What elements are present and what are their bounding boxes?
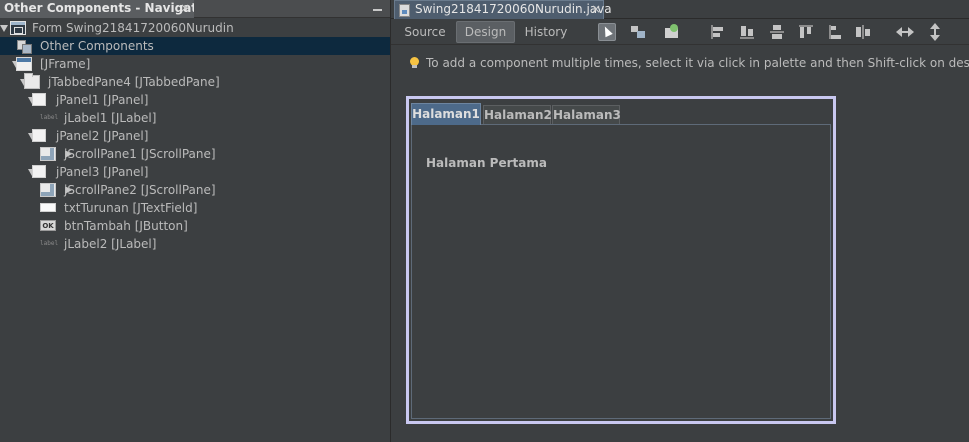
tree-node[interactable]: Other Components [0, 37, 390, 55]
tree-node-label: btnTambah [JButton] [64, 219, 188, 233]
file-tab-close-icon[interactable]: × [591, 1, 601, 18]
tree-node-label: jScrollPane2 [JScrollPane] [64, 183, 216, 197]
tree-node-label: jScrollPane1 [JScrollPane] [64, 147, 216, 161]
design-canvas[interactable]: Halaman1 Halaman2 Halaman3 Halaman Perta… [406, 96, 836, 424]
tree-node-label: Form Swing21841720060Nurudin [32, 21, 234, 35]
tabbed-pane-header: Halaman1 Halaman2 Halaman3 [411, 103, 831, 125]
scroll-pane-icon [40, 183, 56, 197]
align-right-icon[interactable] [738, 23, 756, 41]
tabbed-pane-content[interactable]: Halaman Pertama [411, 125, 831, 419]
tree-node[interactable]: jScrollPane2 [JScrollPane] [0, 181, 380, 199]
lightbulb-icon [410, 57, 419, 69]
tree-node-label: jPanel3 [JPanel] [56, 165, 149, 179]
editor-toolbar: Source Design History [391, 19, 969, 45]
navigator-header: Other Components - Navigat... × [0, 0, 390, 18]
other-components-icon [16, 39, 32, 54]
resize-vertical-icon[interactable] [926, 23, 944, 41]
history-view-button[interactable]: History [520, 21, 572, 43]
scroll-pane-icon [40, 147, 56, 161]
center-vertically-icon[interactable] [854, 23, 872, 41]
design-view-button[interactable]: Design [456, 21, 515, 43]
tree-node[interactable]: label jLabel2 [JLabel] [0, 235, 380, 253]
tree-node-label: Other Components [40, 39, 154, 53]
design-hint-text: To add a component multiple times, selec… [426, 56, 969, 70]
file-tab[interactable]: Swing21841720060Nurudin.java × [394, 0, 612, 19]
navigator-tab-title: Other Components - Navigat... [4, 1, 194, 15]
align-left-icon[interactable] [709, 23, 727, 41]
navigator-panel: Other Components - Navigat... × Form Swi… [0, 0, 390, 442]
text-field-icon [40, 203, 56, 212]
jframe-icon [16, 57, 32, 71]
tree-node-label: jPanel2 [JPanel] [56, 129, 149, 143]
java-form-file-icon [399, 4, 410, 17]
tree-node-label: jTabbedPane4 [JTabbedPane] [48, 75, 220, 89]
label-icon: label [40, 114, 59, 121]
file-tab-label: Swing21841720060Nurudin.java [415, 2, 612, 16]
navigator-close-icon[interactable]: × [178, 0, 192, 18]
tab-halaman3[interactable]: Halaman3 [552, 105, 621, 124]
tabbed-pane-icon [24, 73, 40, 89]
tree-node[interactable]: jPanel3 [JPanel] [0, 163, 380, 181]
editor-panel: Swing21841720060Nurudin.java × Source De… [391, 0, 969, 442]
connection-mode-icon[interactable] [629, 23, 647, 41]
panel-icon [32, 165, 46, 178]
tree-node-label: jPanel1 [JPanel] [56, 93, 149, 107]
tree-node[interactable]: jTabbedPane4 [JTabbedPane] [0, 73, 380, 91]
source-view-button[interactable]: Source [399, 21, 451, 43]
tree-node-label: [JFrame] [40, 57, 91, 71]
tree-node-label: jLabel2 [JLabel] [64, 237, 157, 251]
tree-node[interactable]: jPanel2 [JPanel] [0, 127, 380, 145]
tab-halaman1[interactable]: Halaman1 [411, 103, 481, 125]
page-label[interactable]: Halaman Pertama [426, 156, 547, 170]
tree-node[interactable]: [JFrame] [0, 55, 380, 73]
align-top-icon[interactable] [797, 23, 815, 41]
tree-node[interactable]: Form Swing21841720060Nurudin [0, 19, 380, 37]
form-icon [10, 21, 26, 35]
expand-arrow-icon[interactable] [0, 19, 10, 37]
tree-node[interactable]: jPanel1 [JPanel] [0, 91, 380, 109]
panel-icon [32, 93, 46, 106]
tree-node-label: txtTurunan [JTextField] [64, 201, 198, 215]
design-hint-bar: To add a component multiple times, selec… [391, 53, 969, 73]
tree-node[interactable]: jScrollPane1 [JScrollPane] [0, 145, 380, 163]
align-bottom-icon[interactable] [826, 23, 844, 41]
file-tab-bar: Swing21841720060Nurudin.java × [391, 0, 969, 19]
center-horizontally-icon[interactable] [768, 23, 786, 41]
tab-halaman2[interactable]: Halaman2 [483, 105, 552, 124]
button-icon: OK [40, 220, 56, 231]
minimize-icon[interactable] [370, 2, 384, 16]
tree-node[interactable]: OK btnTambah [JButton] [0, 217, 380, 235]
resize-horizontal-icon[interactable] [896, 23, 914, 41]
tree-node[interactable]: txtTurunan [JTextField] [0, 199, 380, 217]
label-icon: label [40, 240, 59, 247]
selection-mode-icon[interactable] [598, 23, 616, 41]
tree-node[interactable]: label jLabel1 [JLabel] [0, 109, 380, 127]
navigator-tab[interactable]: Other Components - Navigat... [0, 0, 194, 18]
panel-icon [32, 129, 46, 142]
preview-design-icon[interactable] [663, 23, 681, 41]
tree-node-label: jLabel1 [JLabel] [64, 111, 157, 125]
